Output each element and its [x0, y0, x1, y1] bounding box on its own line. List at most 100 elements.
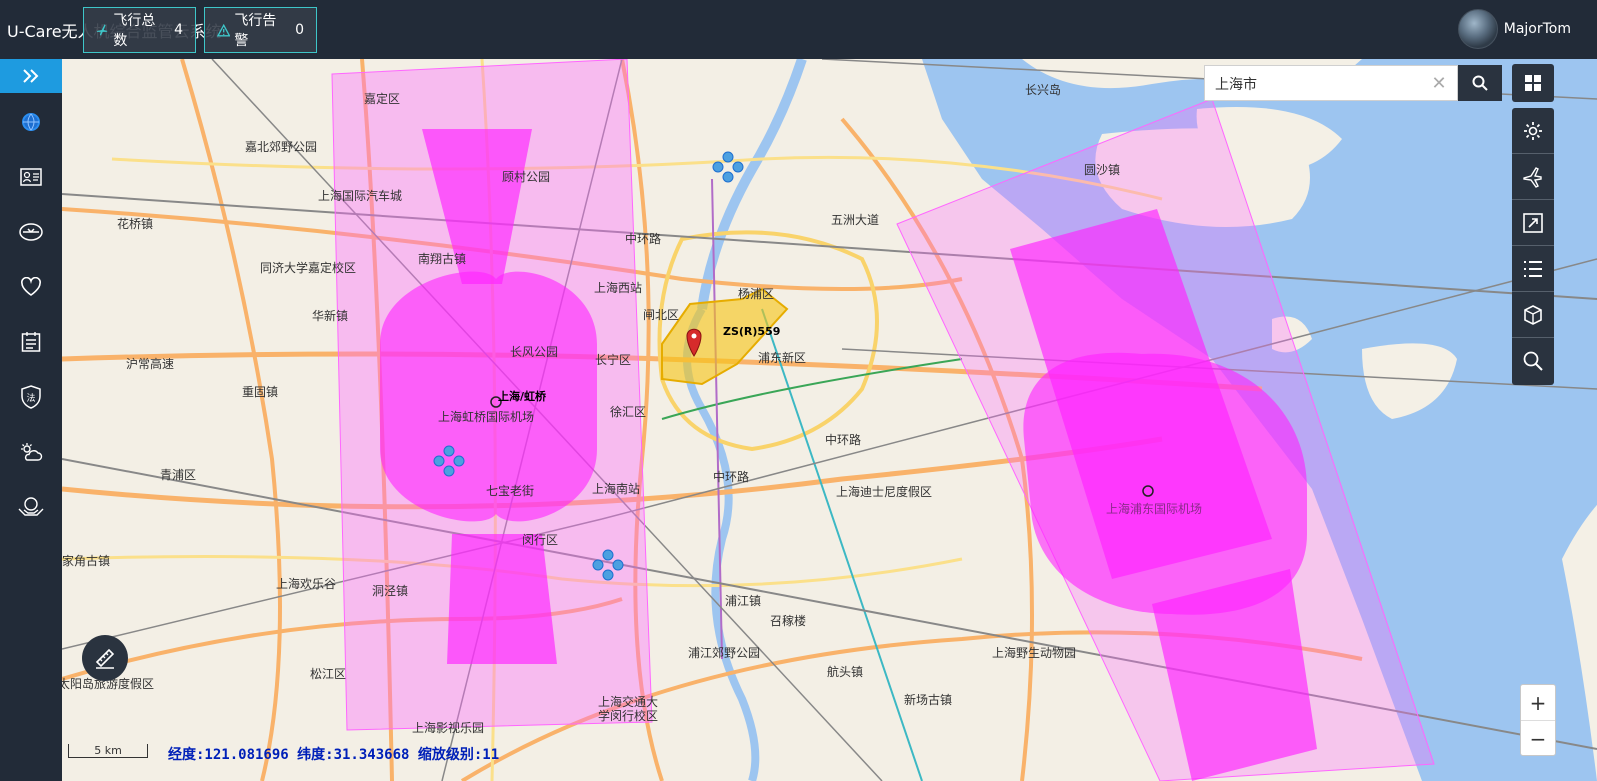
sidebar-item-law[interactable]: 法	[0, 375, 62, 419]
map-label: 上海国际汽车城	[318, 189, 403, 203]
scale-bar: 5 km	[68, 744, 148, 758]
flight-alert-label: 飞行告警	[234, 13, 277, 49]
map-label: 重固镇	[242, 385, 279, 399]
map-label: 中环路	[713, 470, 750, 484]
coordinate-readout: 经度:121.081696 纬度:31.343668 缩放级别:11	[168, 747, 500, 763]
flight-total-label: 飞行总数	[113, 13, 156, 49]
sidebar-item-health[interactable]	[0, 265, 62, 309]
search-icon	[1472, 75, 1488, 91]
map-label: 圆沙镇	[1084, 163, 1121, 177]
sidebar: 法	[0, 59, 62, 781]
id-card-icon	[20, 168, 42, 186]
map-label: 嘉北郊野公园	[245, 140, 318, 154]
map-label: 杨浦区	[738, 287, 775, 301]
sidebar-toggle-button[interactable]	[0, 59, 62, 93]
search-button[interactable]	[1458, 65, 1502, 101]
map-label: 松江区	[310, 667, 347, 681]
settings-tool-button[interactable]	[1512, 108, 1554, 154]
map-label: 五洲大道	[831, 213, 880, 227]
map-label: 上海南站	[592, 482, 641, 496]
heart-icon	[21, 277, 41, 296]
map-label: 长风公园	[510, 345, 559, 359]
map-label: 华新镇	[312, 309, 349, 323]
map-label: 航头镇	[827, 665, 864, 679]
map-label: 浦江郊野公园	[688, 646, 761, 660]
map-label: 中环路	[625, 232, 662, 246]
list-icon	[1524, 260, 1542, 277]
zoom-in-button[interactable]: +	[1521, 685, 1555, 721]
map-label: 闵行区	[522, 533, 559, 547]
sidebar-item-drone[interactable]	[0, 210, 62, 254]
user-menu[interactable]: MajorTom	[1457, 9, 1597, 49]
map-label: 上海迪士尼度假区	[836, 485, 933, 499]
map-label: 嘉定区	[364, 92, 401, 106]
map-label: 家角古镇	[62, 554, 111, 568]
map-label: 长宁区	[595, 353, 632, 367]
hands-icon	[18, 497, 44, 516]
search-input[interactable]	[1213, 72, 1417, 96]
sidebar-item-weather[interactable]	[0, 430, 62, 474]
map-label: 上海交通大学闵行校区	[598, 695, 659, 723]
weather-icon	[21, 443, 43, 461]
map-label: 浦东新区	[758, 351, 807, 365]
warning-icon	[217, 23, 231, 36]
map-label: 花桥镇	[117, 217, 154, 231]
map-label: 徐汇区	[610, 405, 647, 419]
fullscreen-tool-button[interactable]	[1512, 200, 1554, 246]
settings-icon	[1524, 121, 1542, 140]
map-label: 上海浦东国际机场	[1106, 502, 1203, 516]
map-label: 召稼楼	[770, 614, 807, 628]
airplane-icon	[96, 24, 108, 36]
svg-text:法: 法	[26, 392, 35, 404]
expand-icon	[1523, 212, 1543, 233]
plane-icon	[1523, 166, 1542, 188]
map-label: 沪常高速	[126, 357, 175, 371]
flight-total-chip[interactable]: 飞行总数 4	[83, 7, 196, 53]
map-toolbox	[1512, 108, 1554, 385]
map-label: 同济大学嘉定校区	[260, 261, 357, 275]
magnifier-icon	[1523, 351, 1543, 371]
sidebar-item-identity[interactable]	[0, 155, 62, 199]
username[interactable]: MajorTom	[1504, 21, 1571, 37]
ruler-icon	[95, 648, 115, 669]
map-label: 上海虹桥国际机场	[438, 410, 535, 424]
double-chevron-right-icon	[23, 69, 39, 83]
flight-alert-chip[interactable]: 飞行告警 0	[204, 7, 317, 53]
law-shield-icon: 法	[21, 385, 41, 409]
list-tool-button[interactable]	[1512, 246, 1554, 292]
calendar-icon	[21, 332, 41, 352]
sidebar-item-service[interactable]	[0, 485, 62, 529]
map-label: 浦江镇	[725, 594, 762, 608]
map-label: 上海西站	[594, 281, 643, 295]
map-label: 上海影视乐园	[412, 721, 485, 735]
zoom-out-button[interactable]: −	[1521, 721, 1555, 756]
avatar[interactable]	[1457, 9, 1498, 49]
query-tool-button[interactable]	[1512, 338, 1554, 384]
restricted-zone-label: ZS(R)559	[723, 325, 781, 338]
map-label: 上海欢乐谷	[276, 577, 337, 591]
sidebar-item-globe[interactable]	[0, 100, 62, 144]
map-label: 长兴岛	[1025, 83, 1062, 97]
sidebar-item-schedule[interactable]	[0, 320, 62, 364]
grid-icon	[1525, 75, 1541, 91]
measure-button[interactable]	[82, 635, 128, 681]
map-label: 新场古镇	[904, 693, 953, 707]
map-label: 青浦区	[160, 468, 197, 482]
layers-button[interactable]	[1512, 64, 1554, 102]
model-tool-button[interactable]	[1512, 292, 1554, 338]
zoom-control: + −	[1520, 684, 1556, 756]
map-label: 南翔古镇	[418, 252, 467, 266]
map-label: 洞泾镇	[372, 584, 409, 598]
flight-alert-value: 0	[295, 22, 304, 38]
clear-search-button[interactable]: ✕	[1420, 65, 1458, 101]
map-label: 顾村公园	[502, 170, 551, 184]
map-label: 七宝老街	[486, 484, 535, 498]
map-label: 中环路	[825, 433, 862, 447]
box-icon	[1524, 304, 1542, 325]
map-canvas[interactable]: 嘉定区 嘉北郊野公园 顾村公园 上海国际汽车城 花桥镇 同济大学嘉定校区 南翔古…	[62, 59, 1597, 781]
flight-tool-button[interactable]	[1512, 154, 1554, 200]
flight-total-value: 4	[174, 22, 183, 38]
close-icon: ✕	[1431, 72, 1447, 94]
airport-zone-label: 上海/虹桥	[498, 390, 547, 403]
map-label: 闸北区	[643, 308, 680, 322]
